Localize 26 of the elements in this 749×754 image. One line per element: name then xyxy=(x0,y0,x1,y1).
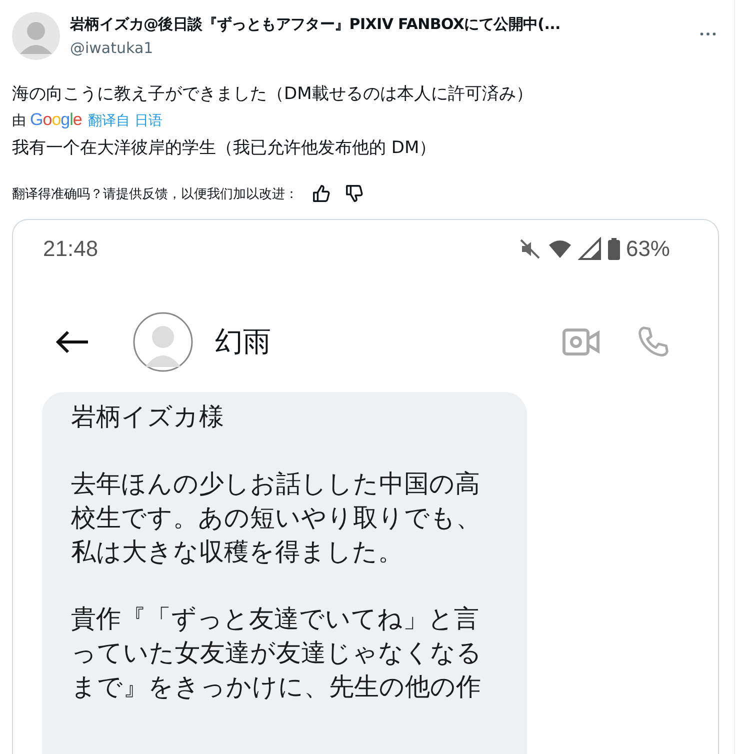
back-arrow-icon[interactable] xyxy=(55,330,89,354)
feedback-prompt: 翻译得准确吗？请提供反馈，以便我们加以改进： xyxy=(12,186,298,202)
muted-icon xyxy=(518,237,542,261)
message-text: まで』をきっかけに、先生の他の作 xyxy=(71,671,482,703)
message-text: 岩柄イズカ様 xyxy=(71,401,225,433)
screenshot-card[interactable]: 21:48 63% 幻雨 岩柄イズカ様 去年ほんの少しお話しした中国の高 校生です。あの短いやり取りでも、 私は大きな収穫を得ました。 貴作『「ずっと友達でいてね」と言 っていた女友達が友達じゃなくなる まで』をきっかけに、先生の他の作 xyxy=(12,219,719,754)
author-handle[interactable]: @iwatuka1 xyxy=(70,39,680,57)
message-text: 貴作『「ずっと友達でいてね」と言 xyxy=(71,603,480,635)
translated-by-label: 由 xyxy=(12,112,26,130)
message-text: 私は大きな収穫を得ました。 xyxy=(71,536,404,568)
battery-percent: 63% xyxy=(626,236,670,262)
more-icon[interactable] xyxy=(700,32,716,36)
contact-name: 幻雨 xyxy=(215,324,272,360)
translated-text: 我有一个在大洋彼岸的学生（我已允许他发布他的 DM） xyxy=(12,137,438,160)
author-name[interactable]: 岩柄イズカ@後日談『ずっともアフター』PIXIV FANBOXにて公開中(... xyxy=(70,15,680,34)
message-text: 去年ほんの少しお話しした中国の高 xyxy=(71,468,481,500)
thumbs-up-icon[interactable] xyxy=(312,184,331,203)
status-time: 21:48 xyxy=(43,236,98,262)
battery-icon xyxy=(608,238,620,260)
tweet-text: 海の向こうに教え子ができました（DM載せるのは本人に許可済み） xyxy=(12,83,534,106)
contact-avatar[interactable] xyxy=(133,312,193,372)
google-logo: Google xyxy=(30,110,82,130)
thumbs-down-icon[interactable] xyxy=(345,184,364,203)
message-text: っていた女友達が友達じゃなくなる xyxy=(71,637,483,669)
message-text: 校生です。あの短いやり取りでも、 xyxy=(71,502,482,534)
signal-icon xyxy=(578,237,602,261)
